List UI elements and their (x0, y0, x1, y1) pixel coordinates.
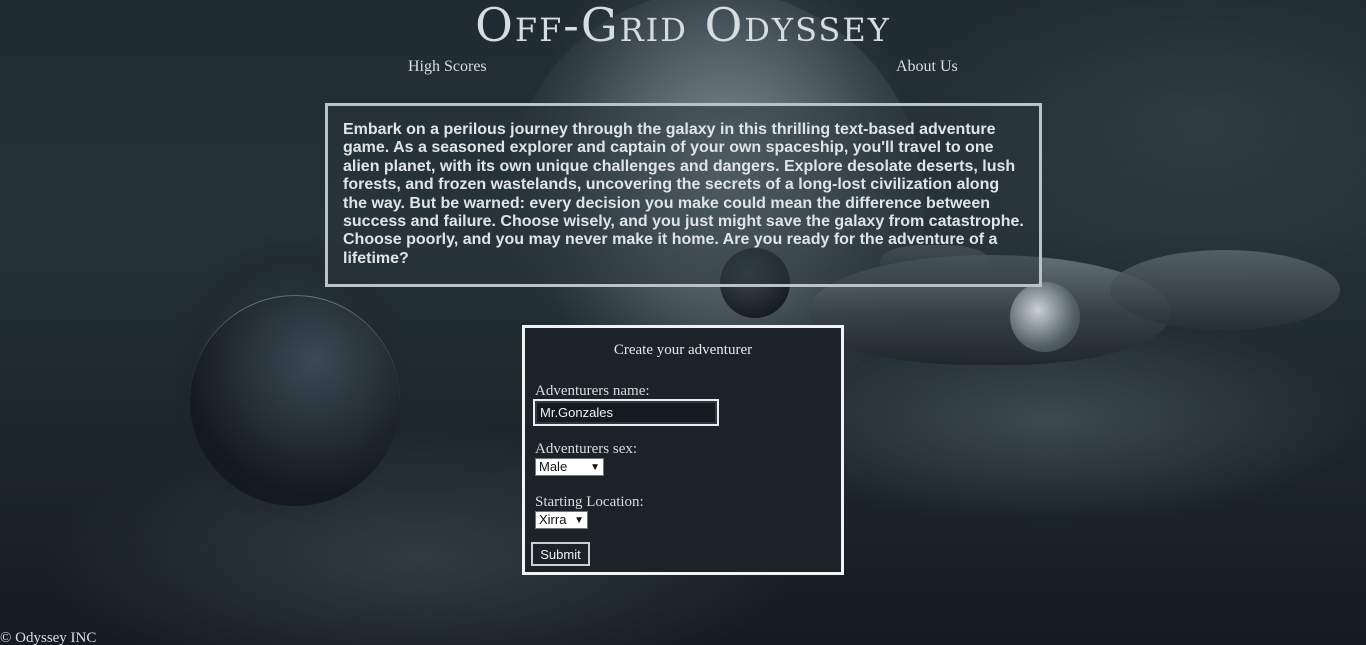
chevron-down-icon: ▼ (574, 515, 584, 526)
submit-button[interactable]: Submit (531, 542, 590, 566)
sex-select[interactable]: Male ▼ (535, 458, 604, 476)
nav-high-scores-link[interactable]: High Scores (408, 58, 487, 76)
chevron-down-icon: ▼ (590, 462, 600, 473)
site-title: Off-Grid Odyssey (475, 0, 891, 52)
create-adventurer-form: Create your adventurer Adventurers name:… (522, 325, 844, 575)
name-label: Adventurers name: (535, 383, 650, 399)
adventurer-name-input[interactable] (533, 399, 719, 426)
spaceship-dome (1010, 282, 1080, 352)
sex-label: Adventurers sex: (535, 441, 638, 457)
form-heading: Create your adventurer (613, 342, 753, 358)
sex-select-value: Male (539, 459, 568, 474)
location-select-value: Xirra (539, 512, 567, 527)
intro-text: Embark on a perilous journey through the… (343, 121, 1024, 267)
footer-copyright: © Odyssey INC (0, 630, 97, 645)
nav-about-us-link[interactable]: About Us (896, 58, 958, 76)
spaceship-distant (1110, 250, 1340, 330)
intro-panel: Embark on a perilous journey through the… (325, 103, 1042, 287)
location-select[interactable]: Xirra ▼ (535, 511, 588, 529)
background-moon (190, 295, 400, 506)
location-label: Starting Location: (535, 494, 644, 510)
